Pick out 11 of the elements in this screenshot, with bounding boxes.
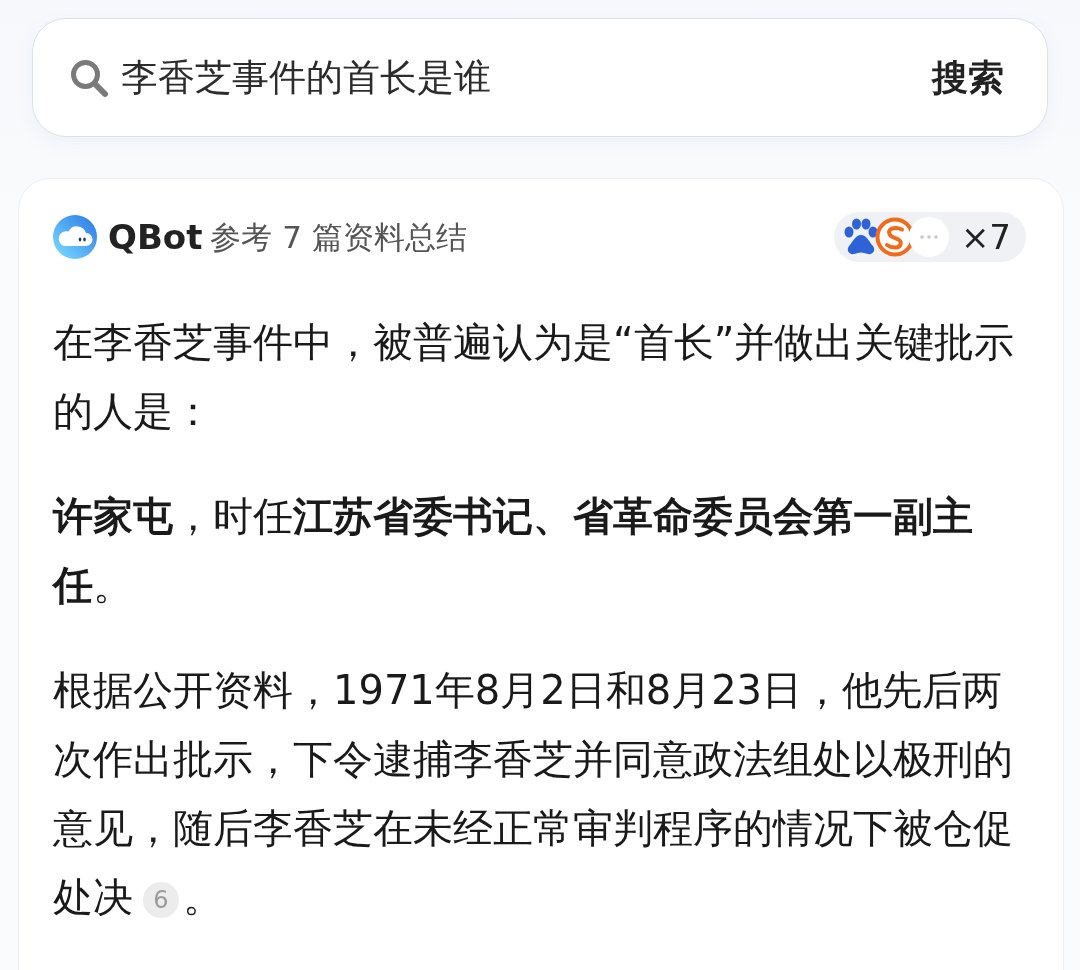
search-icon [69, 57, 109, 98]
search-button[interactable]: 搜索 [932, 51, 1004, 104]
sources-button[interactable]: ×7 [833, 212, 1026, 262]
search-field[interactable]: 李香芝事件的首长是谁 搜索 [32, 18, 1048, 137]
more-dots-icon [908, 217, 949, 257]
cloud-logo-icon [53, 215, 97, 259]
answer-paragraph: 根据公开资料，1971年8月2日和8月23日，他先后两次作出批示，下令逮捕李香芝并同意政法组处以极刑的意见，随后李香芝在未经正常审判程序的情况下被仓促处决 6 。 [53, 666, 1014, 922]
answer-paragraph: 在李香芝事件中，被普遍认为是“首长”并做出关键批示的人是： [53, 318, 1016, 436]
bot-name: QBot [108, 216, 203, 259]
answer-paragraph: 许家屯，时任江苏省委书记、省革命委员会第一副主任。 [53, 492, 974, 610]
sources-summary: 参考 7 篇资料总结 [210, 218, 467, 257]
